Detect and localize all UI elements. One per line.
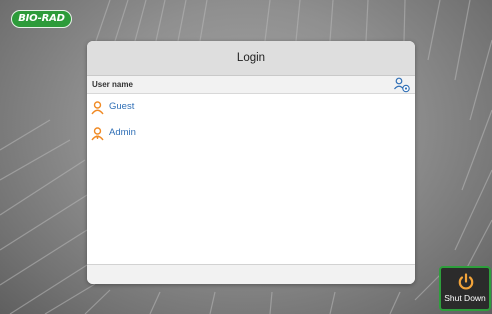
- column-header-user-name: User name: [92, 80, 133, 89]
- desktop-background: BIO-RAD Login User name Guest Admin Shut…: [0, 0, 492, 314]
- login-dialog: Login User name Guest Admin: [87, 41, 415, 284]
- dialog-footer: [87, 264, 415, 284]
- user-icon: [91, 100, 104, 115]
- user-name-label: Admin: [109, 127, 136, 138]
- shut-down-button[interactable]: Shut Down: [439, 266, 491, 311]
- bio-rad-logo: BIO-RAD: [11, 10, 72, 28]
- user-row-guest[interactable]: Guest: [87, 94, 415, 120]
- user-list-header: User name: [87, 76, 415, 94]
- shut-down-label: Shut Down: [444, 293, 486, 303]
- dialog-title: Login: [87, 41, 415, 76]
- admin-user-icon: [91, 126, 104, 141]
- user-row-admin[interactable]: Admin: [87, 120, 415, 146]
- power-icon: [458, 273, 474, 290]
- user-settings-icon[interactable]: [393, 77, 411, 93]
- user-name-label: Guest: [109, 101, 135, 112]
